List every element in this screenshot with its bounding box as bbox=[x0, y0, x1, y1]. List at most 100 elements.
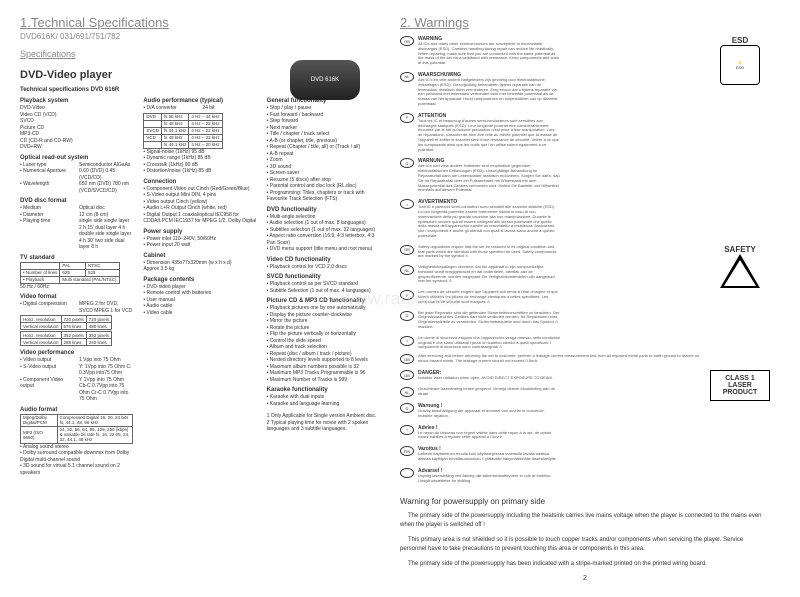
video-format-title: Video format bbox=[20, 294, 133, 300]
video-perf-title: Video performance bbox=[20, 350, 133, 356]
lang-badge: GB bbox=[400, 36, 414, 46]
notice-text: Laitteen käyttäminen muulla kuin käyttöo… bbox=[418, 452, 560, 462]
pic-mp3-title: Picture CD & MP3 CD functionality bbox=[267, 298, 380, 304]
spec-row: • Component Video outputY 1Vpp into 75 O… bbox=[20, 377, 133, 403]
spec-row: • Digital compressionMPEG 2 for DVD, SVC… bbox=[20, 301, 133, 314]
notice-text: Alle IC's en vele andere halfgeleiders z… bbox=[418, 78, 560, 107]
notice-text: Veiligheidsbepalingen vereisen, dat het … bbox=[418, 265, 560, 284]
lang-badge: F bbox=[400, 290, 414, 300]
safety-row: GBSafety regulations require that the se… bbox=[400, 245, 770, 365]
list-item: • Playback pictures one by one automatic… bbox=[267, 305, 380, 312]
karaoke-title: Karaoke functionality bbox=[267, 387, 380, 393]
laser-row: GBDANGER:Invisible laser radiation when … bbox=[400, 370, 770, 483]
notice-text: Onzichtbare laserstraling indien geopend… bbox=[418, 387, 560, 397]
list-item: • 3D sound for virtual 5.1 channel sound… bbox=[20, 463, 133, 476]
list-item: • Dolby surround compatible downmix from… bbox=[20, 450, 133, 463]
optical-title: Optical read-out system bbox=[20, 155, 133, 161]
notice: NL Onzichtbare laserstraling indien geope… bbox=[400, 387, 560, 397]
notice: IAVVERTIMENTOTutti IC e parecchi semi-co… bbox=[400, 199, 560, 239]
right-heading: 2. Warnings bbox=[400, 15, 770, 30]
spec-columns: Playback system DVD-Video Video CD (VCD)… bbox=[20, 94, 380, 476]
psu-warning-heading: Warning for powersupply on primary side bbox=[400, 497, 770, 506]
spec-row: • Numerical Aperture0.60 (DVD) 0.45 (VCD… bbox=[20, 168, 133, 181]
audio-perf-title: Audio performance (typical) bbox=[143, 98, 256, 104]
list-item: • Maximum MP3 Tracks Programmable is 96 bbox=[267, 370, 380, 377]
video-dvd-table: Horiz. resolution720 pixels720 pixels Ve… bbox=[20, 315, 112, 330]
notice-text: Le rayon du faisceau non rêgent visible … bbox=[418, 431, 560, 441]
list-item: • Audio selection (1 out of max. 8 langu… bbox=[267, 220, 380, 227]
laser-class-label: CLASS 1 LASER PRODUCT bbox=[710, 370, 770, 401]
psu-title: Power supply bbox=[143, 229, 256, 235]
notice-text: Le norme di sicurezza esigono che l'appa… bbox=[418, 336, 560, 350]
dvd-disc-rows: • MediumOptical disc • Diameter12 cm (8 … bbox=[20, 205, 133, 251]
spec-subhead: Specifications bbox=[20, 49, 380, 59]
audio-perf-table: DVDfs 96 kHz4 Hz – 44 kHz fs 48 kHz4 Hz … bbox=[143, 113, 222, 149]
lang-badge: D bbox=[400, 311, 414, 321]
safety-label: SAFETY bbox=[724, 245, 756, 254]
list-item: • Playback control for VCD 2.0 discs bbox=[267, 264, 380, 271]
safety-triangle-icon bbox=[720, 254, 760, 288]
general-func-list: • Stop / play / pause• Fast forward / ba… bbox=[267, 105, 380, 203]
safety-block: SAFETY bbox=[710, 245, 770, 288]
notice: GBSafety regulations require that the se… bbox=[400, 245, 560, 259]
page-number: 2 bbox=[400, 575, 770, 582]
lang-badge: I bbox=[400, 336, 414, 346]
notice: DWarnung !Gravity beschädigung der appar… bbox=[400, 403, 560, 419]
esd-notices: GBWARNINGAll ICs and many other semicond… bbox=[400, 36, 700, 239]
playback-system-title: Playback system bbox=[20, 98, 133, 104]
notice-text: Alle ICs und viele andere Halbleiter sin… bbox=[418, 164, 560, 193]
notice: IAdvies !Le rayon du faisceau non rêgent… bbox=[400, 425, 560, 441]
spec-row: • S-Video outputY: 1Vpp into 75 Ohm C: 0… bbox=[20, 364, 133, 377]
spec-col-c: General functionality • Stop / play / pa… bbox=[267, 94, 380, 476]
notice-text: Bei jeder Reparatur sind die geltenden S… bbox=[418, 311, 560, 330]
lang-badge: NL bbox=[400, 387, 414, 397]
cabinet-title: Cabinet bbox=[143, 253, 256, 259]
notice: D Bei jeder Reparatur sind die geltenden … bbox=[400, 311, 560, 330]
list-item: • Digital Output 1 coaxial/optical IEC95… bbox=[143, 212, 256, 225]
list-item: • Video cable bbox=[143, 310, 256, 317]
notice: NLWAARSCHUWINGAlle IC's en vele andere h… bbox=[400, 72, 560, 107]
tv-std-title: TV standard bbox=[20, 255, 133, 261]
notice-text: Gravity beschädigung der apparaat et dom… bbox=[418, 409, 560, 419]
optical-rows: • Laser typeSemiconductor AlGaAs • Numer… bbox=[20, 162, 133, 195]
notice: I Le norme di sicurezza esigono che l'app… bbox=[400, 336, 560, 350]
esd-block: ESD ⚡ESD bbox=[710, 36, 770, 85]
notice-text: After servicing and before returning the… bbox=[418, 354, 700, 364]
notice: GBDANGER:Invisible laser radiation when … bbox=[400, 370, 560, 381]
list-item: • Maximum Number of Tracks is 999 bbox=[267, 377, 380, 384]
right-page: 2. Warnings GBWARNINGAll ICs and many ot… bbox=[400, 15, 770, 582]
spec-row: • Playing timesingle side single layer 2… bbox=[20, 218, 133, 251]
svcd-func-title: SVCD functionality bbox=[267, 274, 380, 280]
cleaning-notice: GB After servicing and before returning … bbox=[400, 354, 700, 364]
lang-badge: GB bbox=[400, 354, 414, 364]
lang-badge: NL bbox=[400, 265, 414, 275]
dvd-func-title: DVD functionality bbox=[267, 207, 380, 213]
audio-format-title: Audio format bbox=[20, 407, 133, 413]
lang-badge: D bbox=[400, 403, 414, 413]
lang-badge: D bbox=[400, 158, 414, 168]
disc-badge: DVD 616K bbox=[290, 60, 360, 100]
lang-badge: NL bbox=[400, 72, 414, 82]
audio-format-table: Mpeg/Dolby Digital/PCMCompressed Digital… bbox=[20, 414, 133, 444]
dvd-func-list: • Multi-angle selection• Audio selection… bbox=[267, 214, 380, 253]
lang-badge: GB bbox=[400, 245, 414, 255]
video-perf-rows: • Video output1 Vpp into 75 Ohm • S-Vide… bbox=[20, 357, 133, 403]
lang-badge: I bbox=[400, 199, 414, 209]
notice-text: Tous les IC et beaucoup d'autres semi-co… bbox=[418, 119, 560, 153]
list-item: • Subtitle Selection (1 out of max. 4 la… bbox=[267, 288, 380, 295]
tv-std-extra: 50 Hz / 60Hz bbox=[20, 284, 133, 291]
left-page: 1.Technical Specifications DVD616K/ 031/… bbox=[20, 15, 380, 582]
lang-badge: FIN bbox=[400, 446, 414, 456]
notice: FINVaroitus !Laitteen käyttäminen muulla… bbox=[400, 446, 560, 462]
list-item: • Nested directory levels supported to 8… bbox=[267, 357, 380, 364]
safety-notices: GBSafety regulations require that the se… bbox=[400, 245, 700, 365]
notice-text: Tutti IC e parecchi semi-conduttori sono… bbox=[418, 205, 560, 239]
model-line: DVD616K/ 031/691/751/782 bbox=[20, 32, 380, 41]
psu-para: This primary area is not shielded so it … bbox=[400, 536, 770, 554]
tv-std-table: PALNTSC • Number of lines625525 • Playba… bbox=[20, 262, 120, 284]
esd-row: GBWARNINGAll ICs and many other semicond… bbox=[400, 36, 770, 239]
list-item: • Karaoke and language learning bbox=[267, 401, 380, 408]
esd-icon: ⚡ESD bbox=[720, 45, 760, 85]
lang-badge: GB bbox=[400, 370, 414, 380]
psu-para: The primary side of the powersupply incl… bbox=[400, 512, 770, 530]
